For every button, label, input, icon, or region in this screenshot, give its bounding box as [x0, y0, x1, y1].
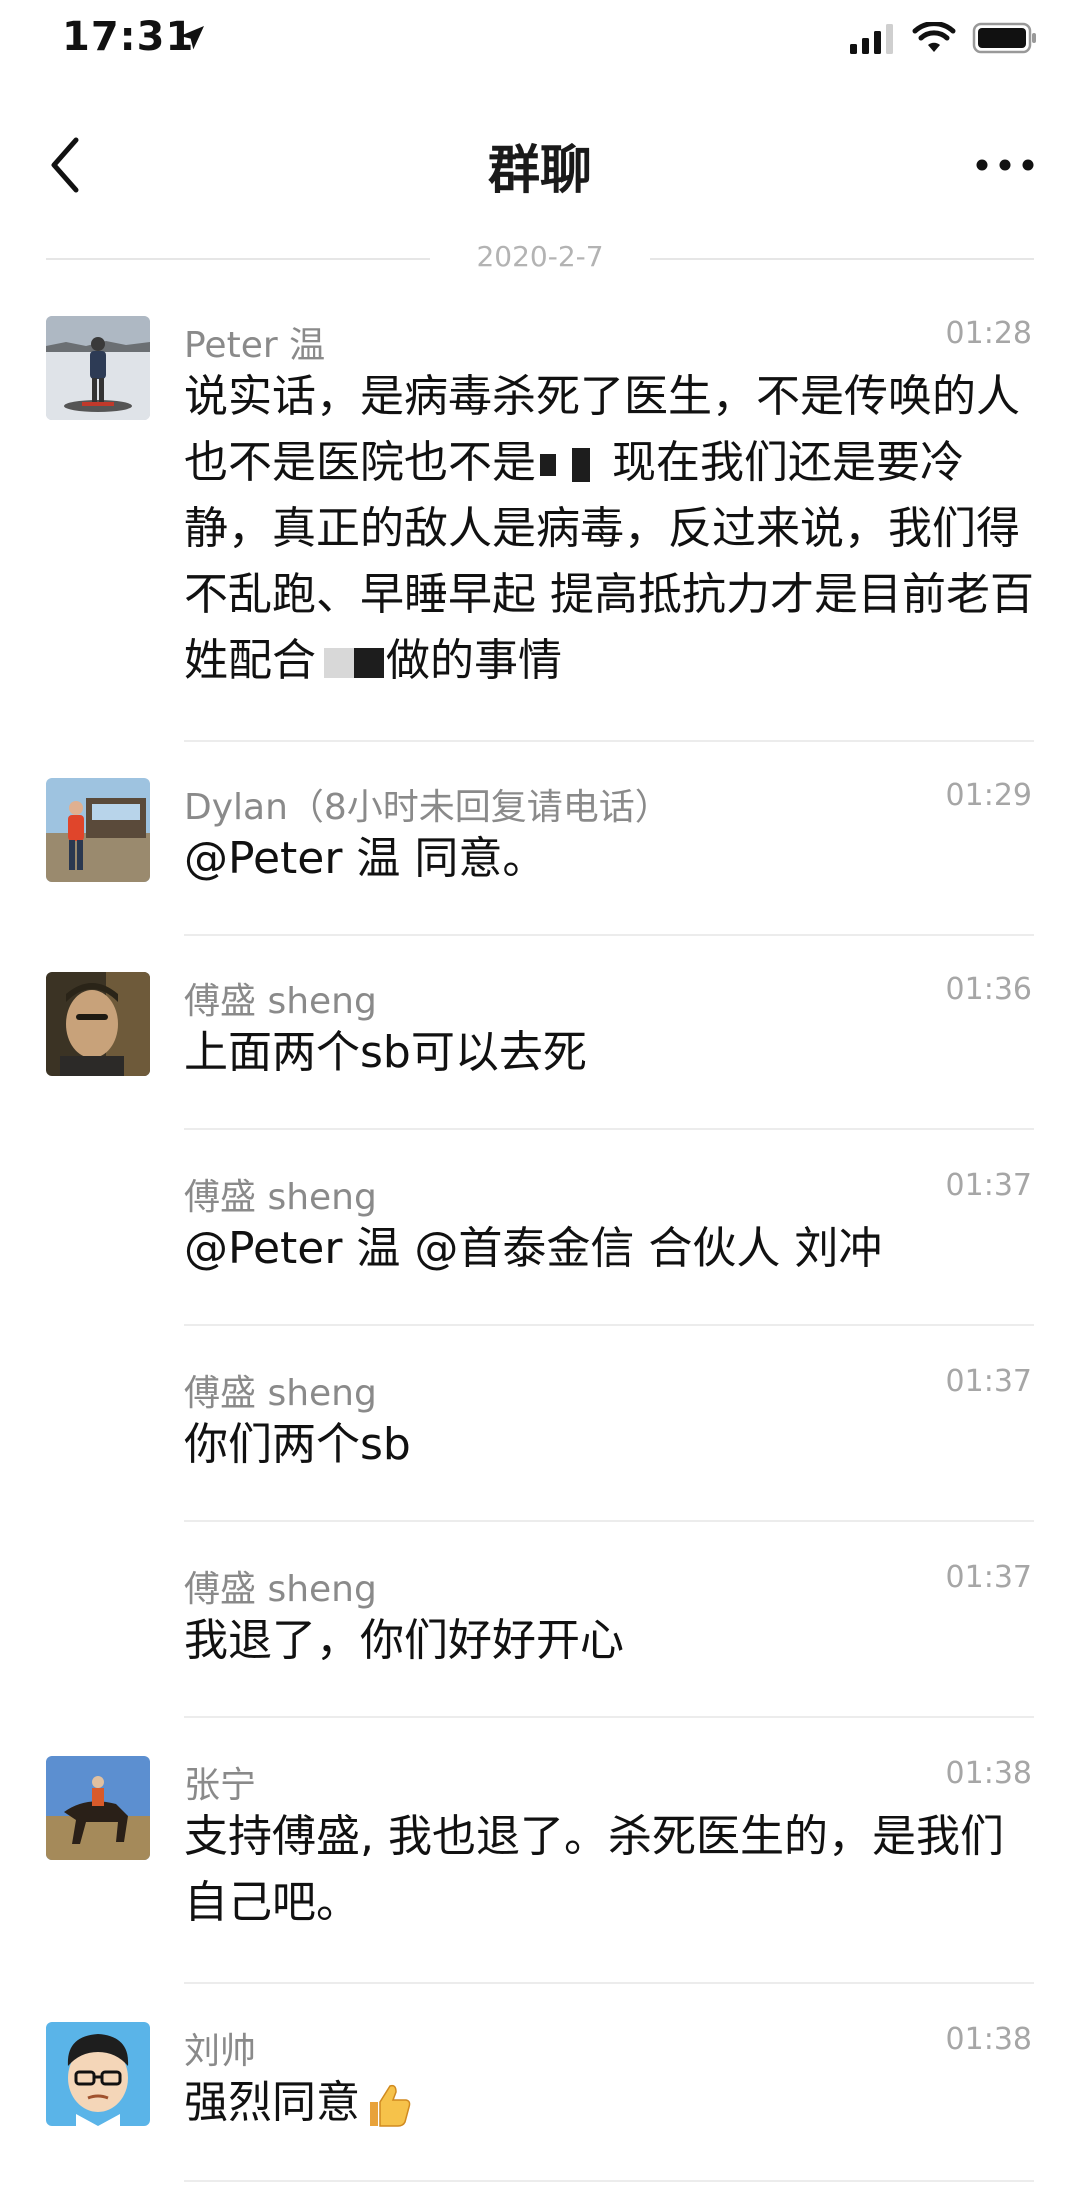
message-time: 01:37: [945, 1168, 1032, 1203]
separator: [184, 1520, 1034, 1522]
message-text: @Peter 温 同意。: [184, 833, 547, 884]
avatar[interactable]: [46, 972, 150, 1076]
sender-name: 傅盛 sheng: [184, 981, 377, 1022]
message-text: 强烈同意: [184, 2070, 1044, 2136]
nav-bar: 群聊: [0, 100, 1080, 230]
more-dots-icon[interactable]: [970, 140, 1040, 190]
message-text: 支持傅盛, 我也退了。杀死医生的，是我们自己吧。: [184, 1811, 1004, 1928]
sender-name: Dylan（8小时未回复请电话）: [184, 787, 671, 828]
sender-name: 张宁: [184, 1765, 257, 1806]
signal-icon: [850, 24, 893, 54]
wifi-icon: [912, 22, 956, 52]
separator: [184, 740, 1034, 742]
message-time: 01:36: [945, 972, 1032, 1007]
message-time: 01:37: [945, 1364, 1032, 1399]
message-time: 01:37: [945, 1560, 1032, 1595]
battery-icon: [972, 22, 1036, 54]
separator: [184, 934, 1034, 936]
separator: [184, 1324, 1034, 1326]
message-text-part: 做的事情: [386, 635, 562, 686]
sender-name: Peter 温: [184, 325, 326, 366]
divider-line: [650, 258, 1034, 260]
message-item: 刘帅 01:38 强烈同意: [0, 2022, 1080, 2182]
message-item: 张宁 01:38 支持傅盛, 我也退了。杀死医生的，是我们自己吧。: [0, 1756, 1080, 1984]
sender-name: 傅盛 sheng: [184, 1373, 377, 1414]
message-text: 我退了，你们好好开心: [184, 1615, 624, 1666]
redaction-block: [354, 648, 384, 678]
message-item: 傅盛 sheng 01:37 @Peter 温 @首泰金信 合伙人 刘冲: [0, 1168, 1080, 1326]
thumbs-up-icon: [370, 2084, 411, 2127]
message-item: Dylan（8小时未回复请电话） 01:29 @Peter 温 同意。: [0, 778, 1080, 936]
message-time: 01:28: [945, 316, 1032, 351]
status-indicators: [848, 22, 1038, 54]
message-item: Peter 温 01:28 说实话，是病毒杀死了医生，不是传唤的人也不是医院也不…: [0, 316, 1080, 742]
date-label: 2020-2-7: [476, 240, 604, 273]
message-time: 01:38: [945, 1756, 1032, 1791]
message-time: 01:38: [945, 2022, 1032, 2057]
status-bar: 17:31: [0, 0, 1080, 80]
message-text: 你们两个sb: [184, 1419, 411, 1470]
separator: [184, 1128, 1034, 1130]
separator: [184, 1982, 1034, 1984]
message-item: 傅盛 sheng 01:37 我退了，你们好好开心: [0, 1560, 1080, 1718]
avatar[interactable]: [46, 778, 150, 882]
sender-name: 傅盛 sheng: [184, 1569, 377, 1610]
message-time: 01:29: [945, 778, 1032, 813]
message-text: @Peter 温 @首泰金信 合伙人 刘冲: [184, 1223, 883, 1274]
date-divider: 2020-2-7: [46, 238, 1034, 278]
avatar[interactable]: [46, 316, 150, 420]
status-time: 17:31: [62, 14, 195, 60]
message-item: 傅盛 sheng 01:37 你们两个sb: [0, 1364, 1080, 1522]
page-title: 群聊: [487, 141, 592, 201]
message-text-part: 强烈同意: [184, 2077, 360, 2128]
redaction-block: [540, 454, 556, 476]
avatar[interactable]: [46, 2022, 150, 2126]
message-text: 上面两个sb可以去死: [184, 1027, 587, 1078]
message-text: 说实话，是病毒杀死了医生，不是传唤的人也不是医院也不是 现在我们还是要冷静，真正的…: [184, 364, 1044, 694]
separator: [184, 2180, 1034, 2182]
location-arrow-icon: [180, 26, 204, 50]
redaction-block: [572, 448, 590, 482]
message-item: 傅盛 sheng 01:36 上面两个sb可以去死: [0, 972, 1080, 1130]
avatar[interactable]: [46, 1756, 150, 1860]
redaction-block: [324, 648, 354, 678]
sender-name: 傅盛 sheng: [184, 1177, 377, 1218]
sender-name: 刘帅: [184, 2031, 257, 2072]
separator: [184, 1716, 1034, 1718]
